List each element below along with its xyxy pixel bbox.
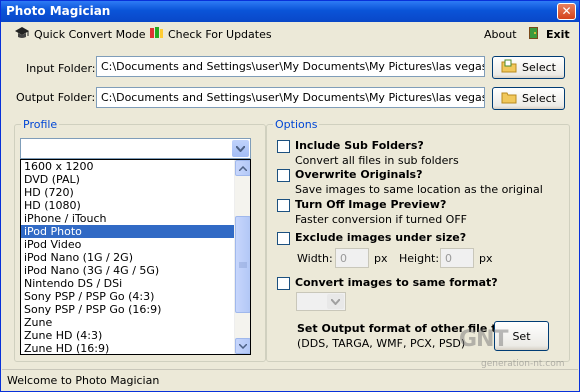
check-updates-menu[interactable]: Check For Updates — [148, 26, 272, 42]
menu-bar: Quick Convert Mode Check For Updates Abo… — [2, 22, 578, 46]
height-unit: px — [479, 252, 493, 265]
chevron-down-icon[interactable] — [232, 140, 249, 157]
output-folder-field[interactable]: C:\Documents and Settings\user\My Docume… — [96, 87, 485, 108]
format-dropdown[interactable] — [296, 292, 346, 311]
profile-list-item[interactable]: DVD (PAL) — [21, 173, 250, 186]
profile-list-item[interactable]: iPod Nano (3G / 4G / 5G) — [21, 264, 250, 277]
turn-off-preview-title: Turn Off Image Preview? — [295, 198, 447, 211]
scroll-up-icon[interactable] — [235, 160, 250, 176]
profile-list-item[interactable]: 1600 x 1200 — [21, 160, 250, 173]
profile-items: 1600 x 1200 DVD (PAL) HD (720) HD (1080) iPh… — [21, 160, 250, 354]
status-bar: Welcome to Photo Magician — [2, 369, 578, 391]
include-sub-folders-desc: Convert all files in sub folders — [295, 154, 459, 167]
height-input[interactable]: 0 — [440, 248, 474, 268]
check-updates-label: Check For Updates — [168, 27, 272, 41]
quick-convert-menu[interactable]: Quick Convert Mode — [14, 26, 146, 42]
width-input[interactable]: 0 — [335, 248, 369, 268]
chevron-down-icon[interactable] — [327, 294, 344, 309]
about-menu[interactable]: About — [484, 26, 517, 42]
profile-list-item[interactable]: Sony PSP / PSP Go (4:3) — [21, 290, 250, 303]
output-format-desc: (DDS, TARGA, WMF, PCX, PSD) — [297, 337, 466, 350]
profile-list-item[interactable]: iPhone / iTouch — [21, 212, 250, 225]
exit-menu[interactable]: Exit — [526, 26, 570, 42]
profile-scrollbar[interactable] — [234, 160, 250, 354]
convert-same-format-title: Convert images to same format? — [295, 276, 498, 289]
overwrite-originals-desc: Save images to same location as the orig… — [295, 183, 543, 196]
profile-list-item[interactable]: Nintendo DS / DSi — [21, 277, 250, 290]
profile-list-item[interactable]: iPod Nano (1G / 2G) — [21, 251, 250, 264]
input-folder-select-button[interactable]: Select — [492, 56, 565, 79]
folder-icon — [501, 90, 517, 107]
quick-convert-label: Quick Convert Mode — [34, 27, 146, 41]
exit-door-icon — [526, 26, 542, 43]
watermark-logo: GNT — [459, 327, 508, 352]
window-title: Photo Magician — [6, 4, 111, 18]
about-label: About — [484, 27, 517, 41]
exclude-under-size-checkbox[interactable] — [277, 232, 290, 245]
height-label: Height: — [399, 252, 440, 265]
folder-icon — [501, 59, 517, 76]
turn-off-preview-desc: Faster conversion if turned OFF — [295, 213, 467, 226]
profile-list-item[interactable]: Zune — [21, 316, 250, 329]
output-folder-label: Output Folder: — [16, 91, 96, 104]
profile-list-item[interactable]: HD (1080) — [21, 199, 250, 212]
set-button-label: Set — [512, 329, 531, 343]
width-label: Width: — [297, 252, 333, 265]
width-unit: px — [374, 252, 388, 265]
height-value: 0 — [445, 252, 452, 265]
exit-label: Exit — [546, 27, 570, 41]
output-select-label: Select — [522, 92, 556, 105]
watermark-url: generation-nt.com — [481, 359, 565, 369]
profile-list[interactable]: 1600 x 1200 DVD (PAL) HD (720) HD (1080) iPh… — [20, 159, 251, 355]
options-group-title: Options — [273, 118, 320, 131]
input-select-label: Select — [522, 61, 556, 74]
graduation-cap-icon — [14, 26, 30, 43]
profile-group-title: Profile — [21, 118, 60, 131]
input-folder-label: Input Folder: — [26, 62, 96, 75]
output-folder-select-button[interactable]: Select — [492, 87, 565, 110]
profile-list-item[interactable]: iPod Video — [21, 238, 250, 251]
overwrite-originals-checkbox[interactable] — [277, 169, 290, 182]
profile-list-item[interactable]: Zune HD (4:3) — [21, 329, 250, 342]
profile-list-item[interactable]: Zune HD (16:9) — [21, 342, 250, 354]
title-bar[interactable]: Photo Magician ✕ — [1, 1, 579, 22]
turn-off-preview-checkbox[interactable] — [277, 199, 290, 212]
convert-same-format-checkbox[interactable] — [277, 277, 290, 290]
exclude-under-size-title: Exclude images under size? — [295, 231, 467, 244]
include-sub-folders-checkbox[interactable] — [277, 140, 290, 153]
profile-list-item[interactable]: Sony PSP / PSP Go (16:9) — [21, 303, 250, 316]
overwrite-originals-title: Overwrite Originals? — [295, 168, 423, 181]
status-text: Welcome to Photo Magician — [7, 374, 160, 387]
include-sub-folders-title: Include Sub Folders? — [295, 139, 424, 152]
width-value: 0 — [340, 252, 347, 265]
profile-list-item[interactable]: iPod Photo — [21, 225, 250, 238]
close-button[interactable]: ✕ — [557, 3, 576, 20]
input-folder-field[interactable]: C:\Documents and Settings\user\My Docume… — [96, 56, 485, 77]
profile-dropdown[interactable] — [20, 138, 251, 159]
scroll-down-icon[interactable] — [235, 338, 250, 354]
scroll-thumb[interactable] — [235, 216, 250, 313]
app-window: Photo Magician ✕ Quick Convert Mode Chec… — [0, 0, 580, 392]
profile-list-item[interactable]: HD (720) — [21, 186, 250, 199]
update-icon — [148, 26, 164, 43]
